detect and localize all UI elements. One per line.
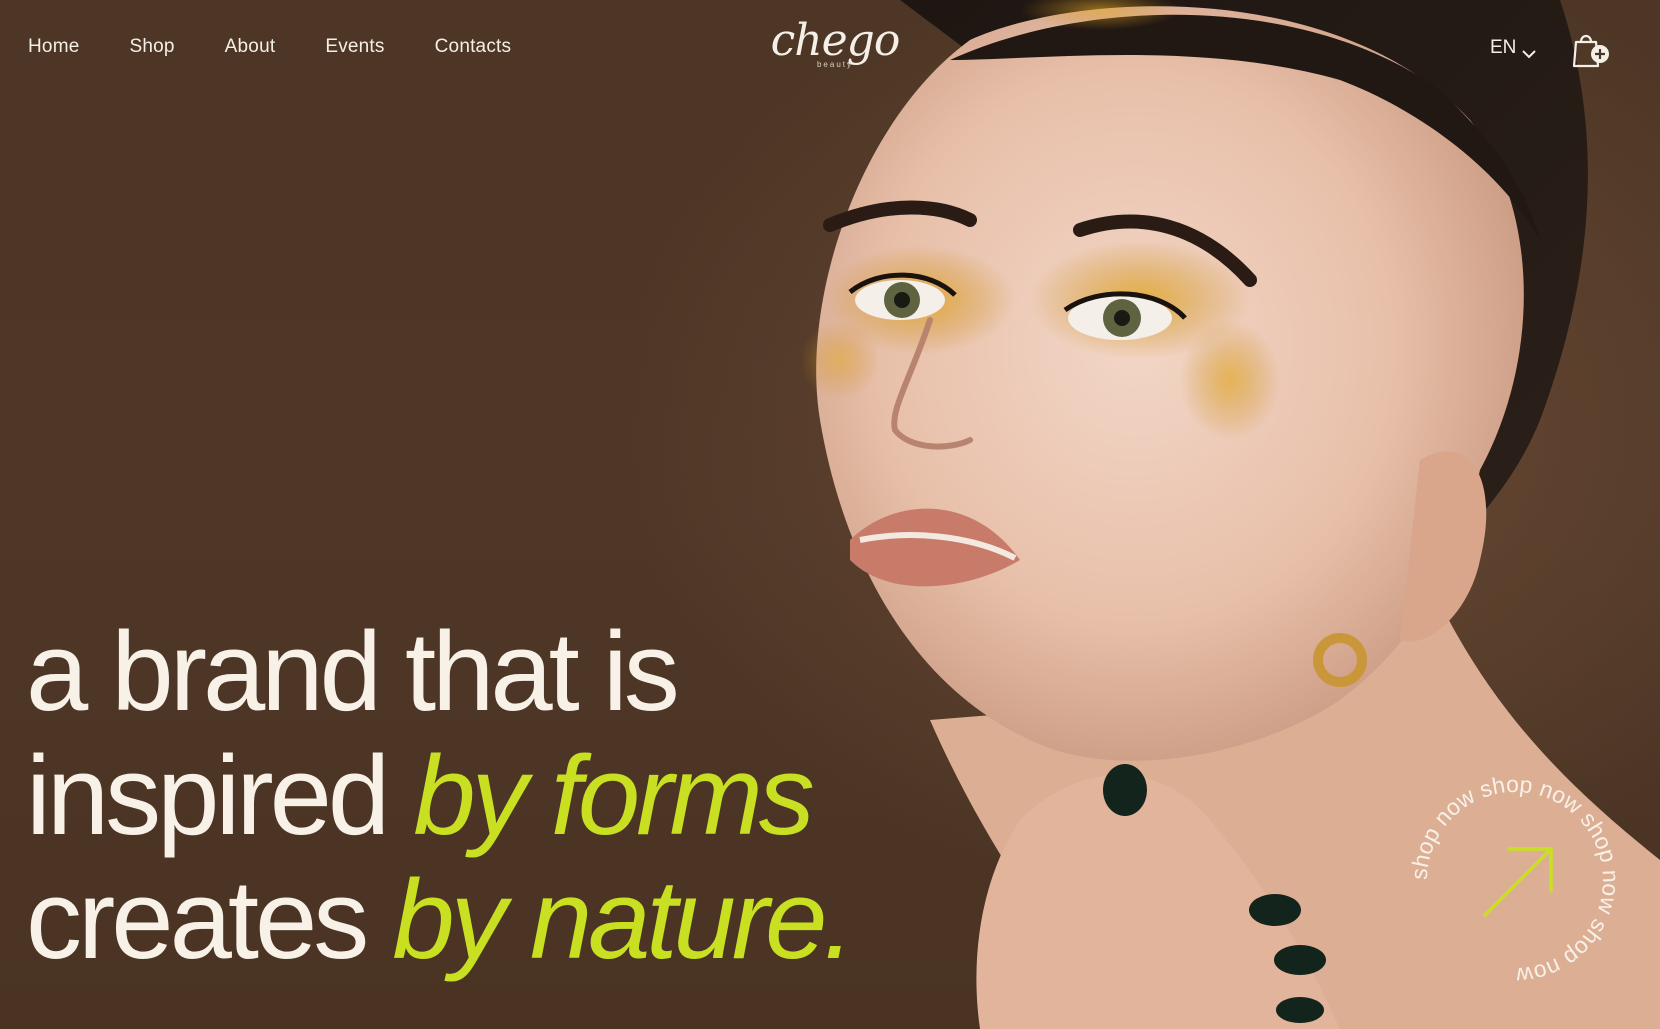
- site-header: Home Shop About Events Contacts chego be…: [0, 0, 1660, 100]
- language-label: EN: [1490, 37, 1517, 58]
- headline-line-2: inspired by forms: [26, 734, 851, 858]
- hero-headline: a brand that is inspired by forms create…: [26, 609, 855, 982]
- nav-contacts-link[interactable]: Contacts: [435, 36, 512, 58]
- headline-line-3-accent: by nature.: [392, 857, 854, 982]
- headline-line-2-accent: by forms: [413, 733, 814, 858]
- shop-now-circular-button[interactable]: shop now shop now shop now shop now: [1405, 770, 1625, 990]
- arrow-up-right-icon: [1483, 847, 1553, 917]
- headline-line-3-plain: creates: [26, 857, 393, 982]
- main-nav: Home Shop About Events Contacts: [28, 36, 561, 58]
- headline-line-2-plain: inspired: [26, 733, 414, 858]
- language-selector[interactable]: EN: [1490, 37, 1537, 59]
- headline-line-3: creates by nature.: [26, 857, 855, 982]
- brand-logo[interactable]: chego beauty: [760, 18, 910, 78]
- logo-wordmark: chego: [770, 15, 901, 66]
- page: Home Shop About Events Contacts chego be…: [0, 0, 1660, 1029]
- nav-about-link[interactable]: About: [225, 36, 276, 58]
- headline-line-1: a brand that is: [26, 609, 680, 734]
- nav-shop-link[interactable]: Shop: [129, 36, 174, 58]
- nav-events-link[interactable]: Events: [325, 36, 384, 58]
- chevron-down-icon: [1522, 43, 1537, 59]
- shop-now-ring-text: shop now shop now shop now shop now: [1406, 771, 1624, 989]
- nav-home-link[interactable]: Home: [28, 36, 79, 58]
- shopping-bag-plus-icon[interactable]: [1570, 30, 1612, 70]
